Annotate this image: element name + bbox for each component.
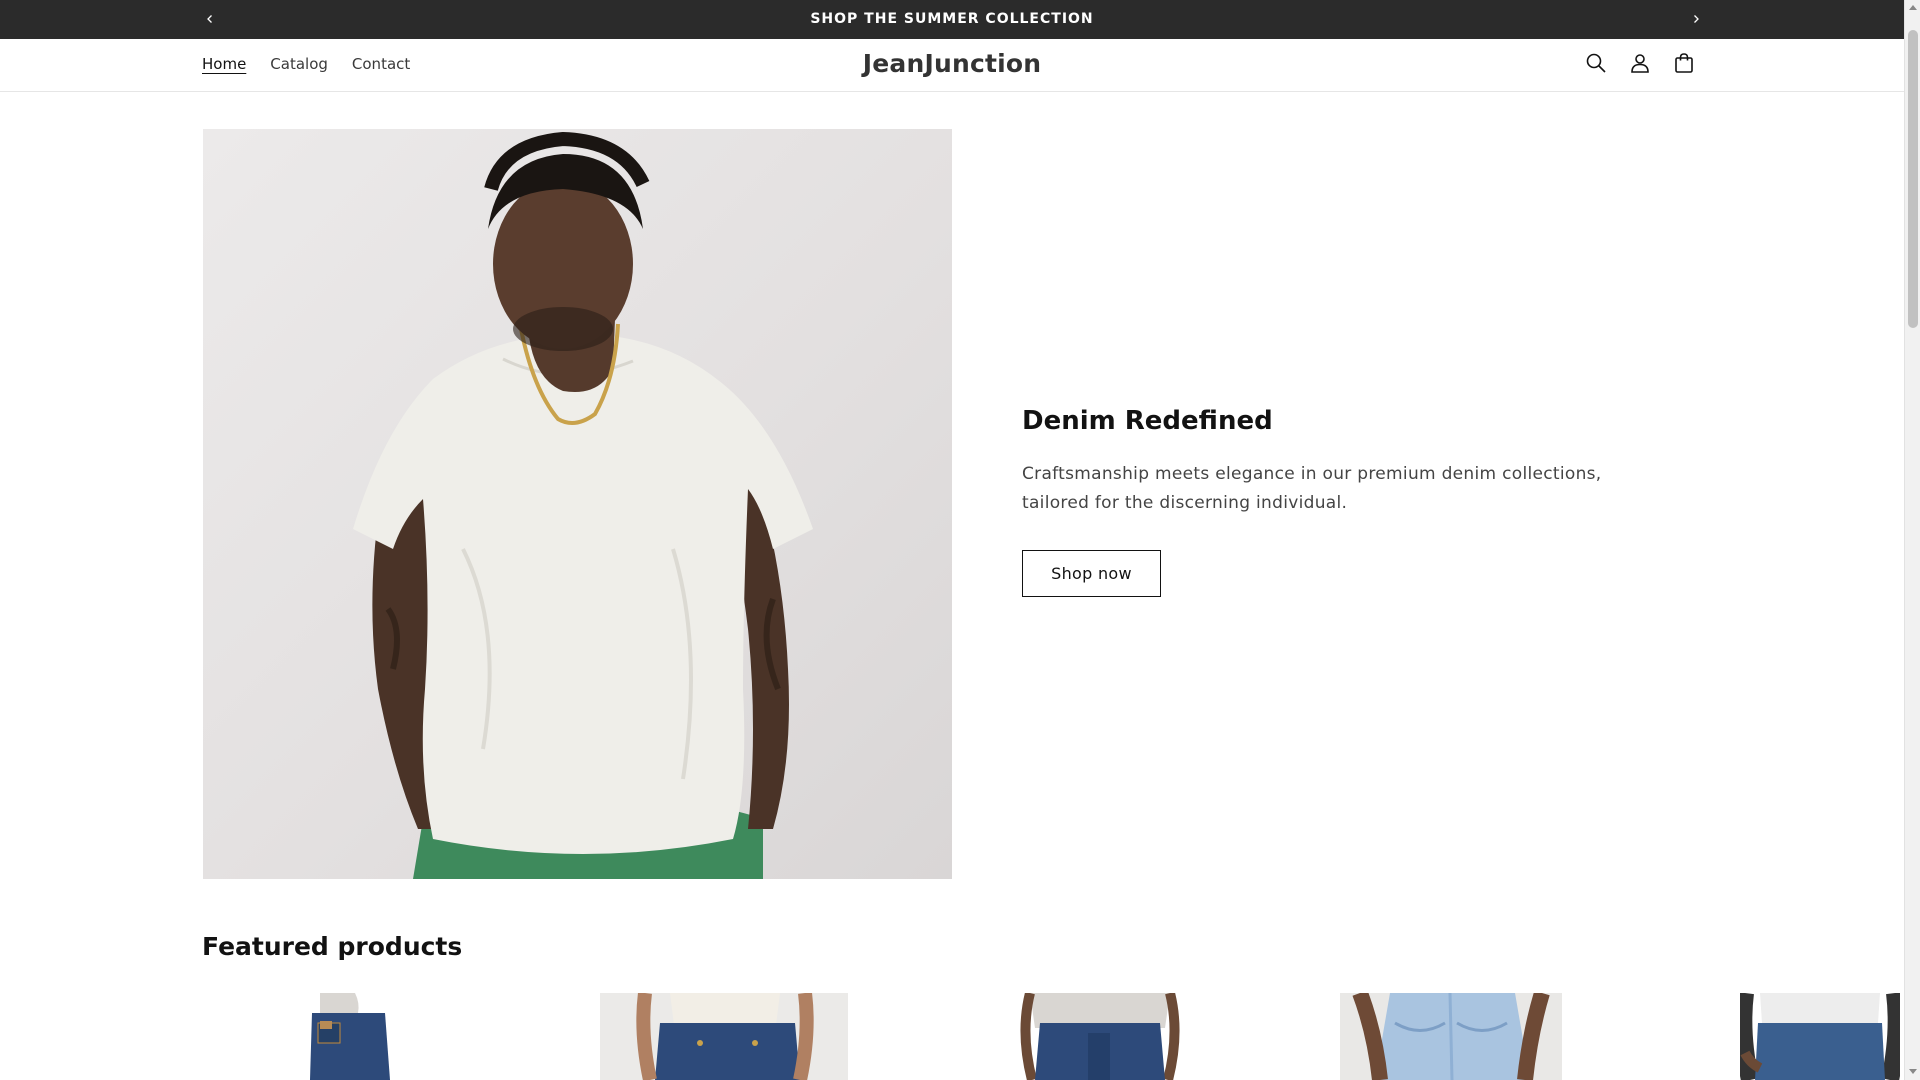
scroll-down-icon[interactable] [1909, 1069, 1917, 1074]
hero-description: Craftsmanship meets elegance in our prem… [1022, 464, 1602, 513]
chevron-right-icon[interactable] [1686, 9, 1706, 29]
header-icons [1584, 51, 1696, 75]
account-icon[interactable] [1628, 51, 1652, 75]
product-card-1[interactable] [300, 993, 400, 1080]
scroll-thumb[interactable] [1908, 30, 1918, 328]
shop-now-button[interactable]: Shop now [1022, 550, 1161, 597]
search-icon[interactable] [1584, 51, 1608, 75]
hero-content: Denim Redefined Craftsmanship meets eleg… [1022, 406, 1622, 597]
product-card-5[interactable] [1740, 993, 1900, 1080]
page-scrollbar[interactable] [1904, 0, 1920, 1080]
hero-title: Denim Redefined [1022, 406, 1273, 436]
cart-icon[interactable] [1672, 51, 1696, 75]
featured-products-title: Featured products [202, 932, 463, 961]
announcement-bar: SHOP THE SUMMER COLLECTION [0, 0, 1904, 39]
announcement-text[interactable]: SHOP THE SUMMER COLLECTION [0, 11, 1904, 27]
product-card-3[interactable] [1020, 993, 1180, 1080]
site-header: Home Catalog Contact JeanJunction [0, 39, 1904, 92]
product-card-2[interactable] [600, 993, 848, 1080]
scroll-up-icon[interactable] [1909, 5, 1917, 10]
product-card-4[interactable] [1340, 993, 1562, 1080]
hero-image [203, 129, 952, 879]
